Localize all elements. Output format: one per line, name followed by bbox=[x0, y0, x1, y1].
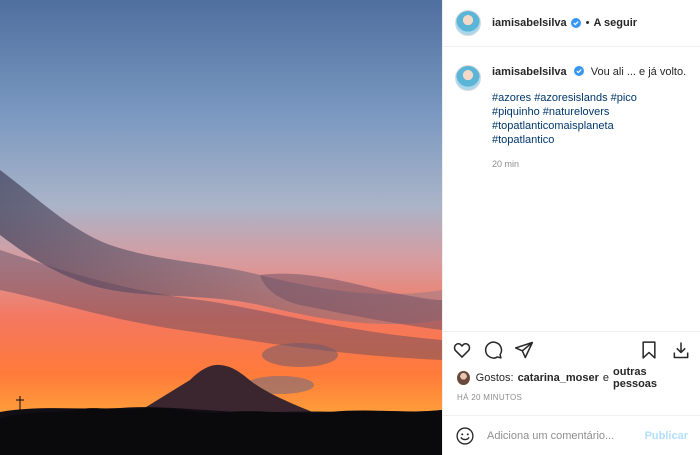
header-separator: • bbox=[585, 17, 590, 29]
caption-avatar[interactable] bbox=[455, 65, 481, 91]
caption-username[interactable]: iamisabelsilva bbox=[492, 66, 567, 78]
verified-icon bbox=[573, 66, 584, 76]
emoji-icon[interactable] bbox=[455, 426, 475, 446]
comment-form: Publicar bbox=[443, 415, 700, 455]
likes-connector: e bbox=[602, 372, 610, 384]
download-icon bbox=[673, 342, 689, 358]
post-date[interactable]: HÁ 20 MINUTOS bbox=[443, 389, 700, 415]
bookmark-icon bbox=[642, 340, 656, 359]
comment-button[interactable] bbox=[482, 339, 504, 361]
caption-hashtags: #azores #azoresislands #pico #piquinho #… bbox=[492, 91, 686, 147]
comment-input[interactable] bbox=[487, 429, 645, 442]
post-sidebar: iamisabelsilva • A seguir iamisabelsilva… bbox=[442, 0, 700, 455]
download-button[interactable] bbox=[670, 339, 692, 361]
caption-age: 20 min bbox=[492, 159, 520, 169]
following-button[interactable]: A seguir bbox=[593, 17, 637, 29]
caption: iamisabelsilva Vou ali ... e já volto. #… bbox=[455, 65, 688, 171]
hashtag-line[interactable]: #topatlantico bbox=[492, 133, 686, 147]
likes-others-link[interactable]: outras pessoas bbox=[613, 366, 686, 390]
hashtag-line[interactable]: #topatlanticomaisplaneta bbox=[492, 119, 686, 133]
action-bar bbox=[443, 331, 700, 367]
likes-prefix: Gostos: bbox=[475, 372, 514, 384]
post-header: iamisabelsilva • A seguir bbox=[443, 0, 700, 47]
comment-icon bbox=[484, 340, 503, 359]
share-icon bbox=[514, 341, 534, 358]
author-username[interactable]: iamisabelsilva bbox=[492, 17, 567, 29]
publish-button[interactable]: Publicar bbox=[645, 430, 688, 442]
liker-avatar[interactable] bbox=[457, 371, 470, 385]
share-button[interactable] bbox=[513, 339, 535, 361]
post-photo[interactable] bbox=[0, 0, 442, 455]
hashtag-line[interactable]: #azores #azoresislands #pico bbox=[492, 91, 686, 105]
hashtag-line[interactable]: #piquinho #naturelovers bbox=[492, 105, 686, 119]
caption-body: iamisabelsilva Vou ali ... e já volto. #… bbox=[492, 65, 686, 171]
instagram-post: iamisabelsilva • A seguir iamisabelsilva… bbox=[0, 0, 700, 455]
comments-area: iamisabelsilva Vou ali ... e já volto. #… bbox=[443, 47, 700, 331]
save-button[interactable] bbox=[638, 339, 660, 361]
sunset-volcano-image bbox=[0, 0, 442, 455]
verified-icon bbox=[570, 18, 581, 28]
like-button[interactable] bbox=[451, 339, 473, 361]
caption-text: Vou ali ... e já volto. bbox=[590, 66, 687, 78]
author-avatar[interactable] bbox=[455, 10, 481, 36]
liker-username[interactable]: catarina_moser bbox=[518, 372, 599, 384]
likes-summary: Gostos: catarina_moser e outras pessoas bbox=[443, 366, 700, 390]
heart-icon bbox=[453, 342, 471, 358]
